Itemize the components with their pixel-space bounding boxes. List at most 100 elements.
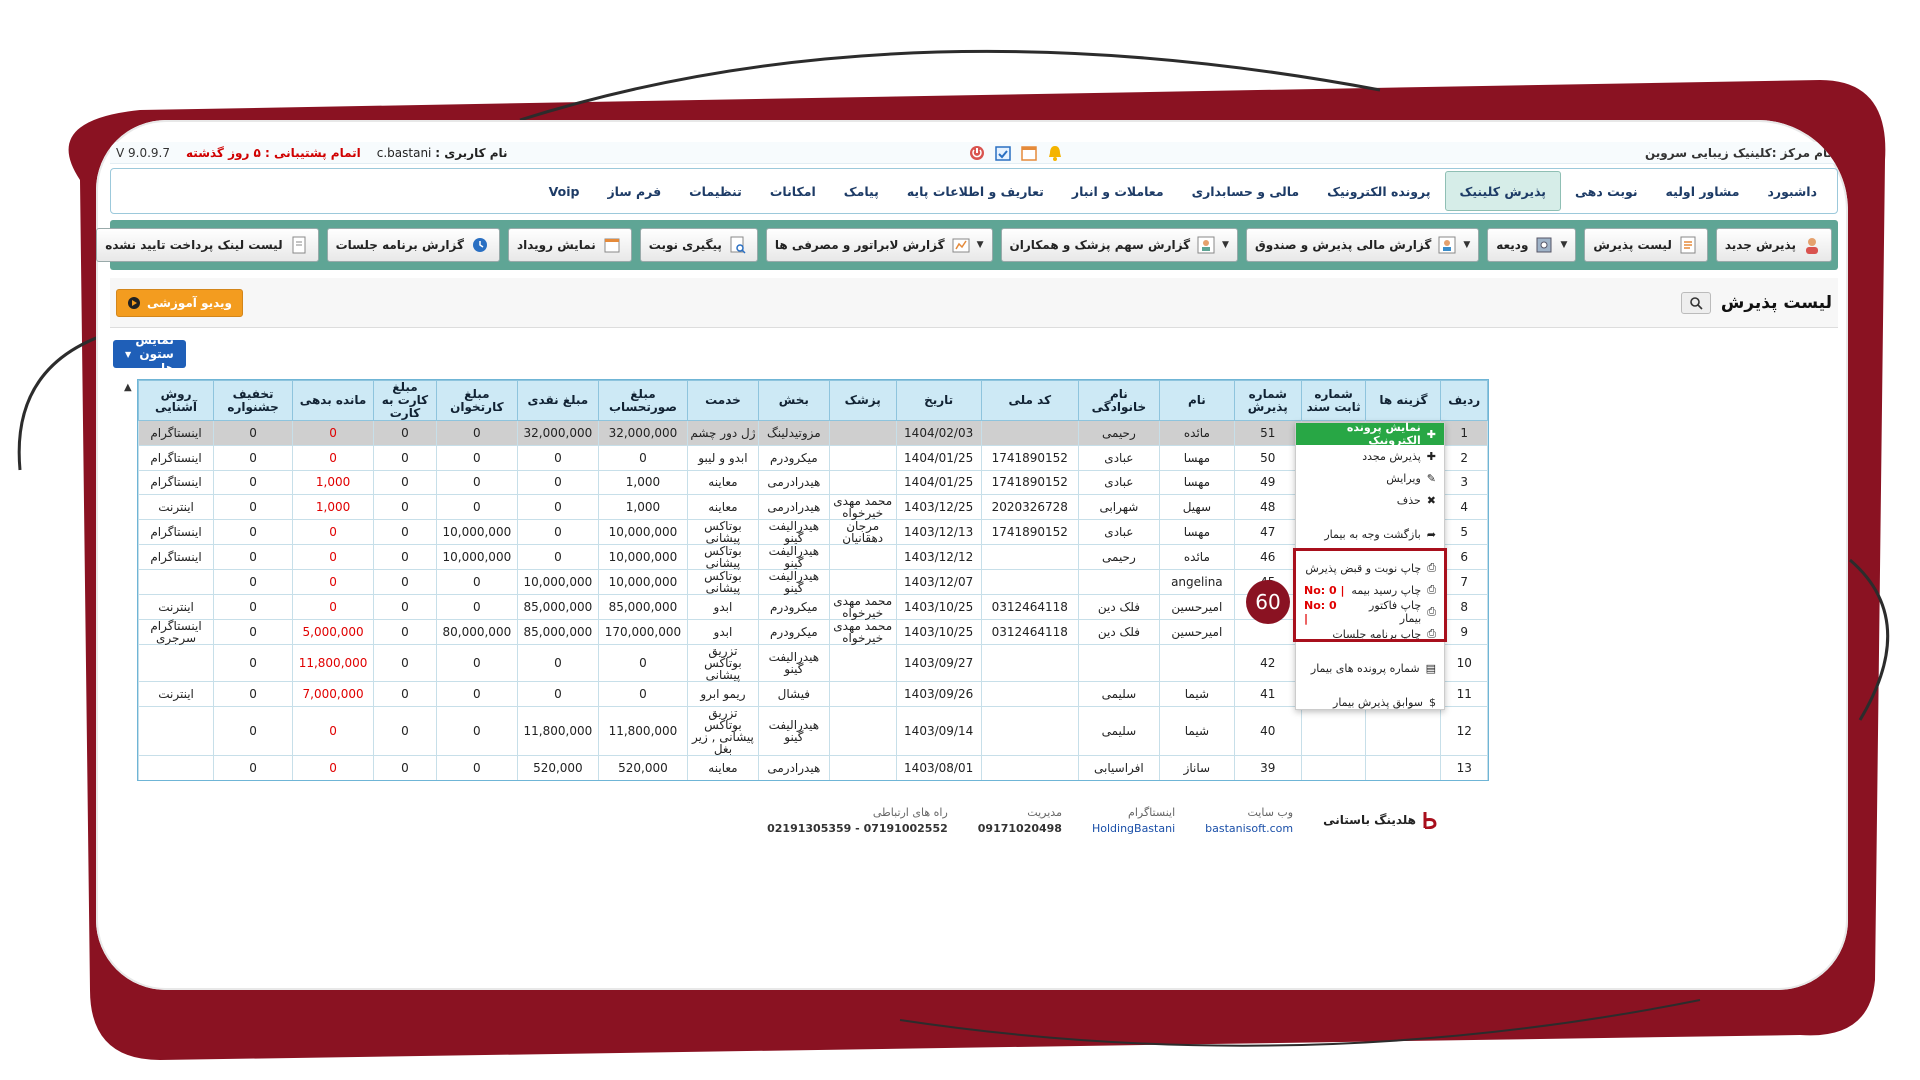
table-cell: 0 <box>213 544 294 571</box>
table-row[interactable]: 4 48 سهیل شهرابی 2020326728 1403/12/25 محمد مه… <box>138 494 1488 521</box>
table-cell: 64 <box>1300 779 1367 780</box>
dropdown-item[interactable]: ✖ حذف <box>1296 489 1444 511</box>
table-cell: 32,000,000 <box>597 420 689 446</box>
unconfirmed-payment-links-button[interactable]: لیست لینک پرداخت تایید نشده <box>96 228 319 262</box>
calendar-icon[interactable] <box>1019 143 1039 163</box>
table-cell: 0 <box>516 544 599 571</box>
dropdown-item[interactable]: ✚ پذیرش مجدد <box>1296 445 1444 467</box>
website-link[interactable]: bastanisoft.com <box>1205 822 1293 835</box>
table-row[interactable]: 185▼8251مائدهرحیمی1404/02/03مزوتیدلینگژل… <box>138 420 1488 446</box>
column-header[interactable]: مبلغ کارتخوان <box>435 380 518 421</box>
appointment-followup-button[interactable]: پیگیری نوبت <box>639 228 758 262</box>
dropdown-item[interactable]: ➦ بازگشت وجه به بیمار <box>1296 523 1444 545</box>
lab-report-button[interactable]: ▼ گزارش لابراتور و مصرفی ها <box>765 228 993 262</box>
table-cell: هیدرالیفت گینو <box>757 544 830 571</box>
table-row[interactable]: 10 42 1403/09/27 هیدرالیفت گینو تزریق بوتاکس… <box>138 644 1488 683</box>
financial-report-button[interactable]: ▼ گزارش مالی پذیرش و صندوق <box>1245 228 1480 262</box>
table-cell: باستانی طب <box>1077 779 1160 780</box>
menu-voip[interactable]: Voip <box>535 169 594 213</box>
edit-icon: ✎ <box>1426 471 1436 485</box>
column-header[interactable]: نام <box>1158 380 1235 421</box>
menu-settings[interactable]: تنظیمات <box>675 169 756 213</box>
new-admission-button[interactable]: پذیرش جدید <box>1715 228 1832 262</box>
menu-clinic-admission[interactable]: پذیرش کلینیک <box>1444 171 1561 211</box>
session-report-button[interactable]: گزارش برنامه جلسات <box>326 228 500 262</box>
table-row[interactable]: 9 امیرحسین فلک دین 0312464118 1403/10/25 محمد… <box>138 619 1488 646</box>
dropdown-item[interactable]: ✚ نمایش پرونده الکترونیک <box>1296 421 1444 447</box>
column-header[interactable]: کد ملی <box>980 380 1079 421</box>
column-header[interactable]: تخفیف جشنواره <box>213 380 294 421</box>
menu-sms[interactable]: پیامک <box>830 169 893 213</box>
column-header[interactable]: بخش <box>757 380 830 421</box>
menu-dashboard[interactable]: داشبورد <box>1753 169 1831 213</box>
table-cell: 39 <box>1233 755 1302 780</box>
menu-electronic-record[interactable]: پرونده الکترونیک <box>1313 169 1444 213</box>
table-row[interactable]: 3 49 مهسا عبادی 1741890152 1404/01/25 هیدرادرم… <box>138 469 1488 496</box>
table-cell: 0 <box>373 420 437 446</box>
table-header-row: ردیف گزینه ها شماره ثابت سند شماره پذیرش نام… <box>138 380 1488 421</box>
dropdown-item[interactable]: ✎ ویرایش <box>1296 467 1444 489</box>
menu-form-builder[interactable]: فرم ساز <box>593 169 675 213</box>
clock-icon <box>469 234 491 256</box>
table-cell: 0 <box>292 755 375 780</box>
dropdown-item[interactable]: ▤ شماره پرونده های بیمار <box>1296 657 1444 679</box>
checklist-icon[interactable] <box>993 143 1013 163</box>
column-header[interactable]: مانده بدهی <box>292 380 375 421</box>
table-cell: 85,000,000 <box>597 594 689 621</box>
menu-inventory[interactable]: معاملات و انبار <box>1058 169 1178 213</box>
table-row[interactable]: 2 50 مهسا عبادی 1741890152 1404/01/25 میکرودرم… <box>138 444 1488 471</box>
show-event-button[interactable]: نمایش رویداد <box>507 228 632 262</box>
column-header[interactable]: گزینه ها <box>1365 380 1442 421</box>
scroll-up-icon[interactable]: ▲ <box>124 382 132 393</box>
column-header[interactable]: نام خانوادگی <box>1077 380 1160 421</box>
instagram-link[interactable]: HoldingBastani <box>1092 822 1175 835</box>
admission-list-button[interactable]: لیست پذیرش <box>1584 228 1708 262</box>
deposit-button[interactable]: ▼ ودیعه <box>1487 228 1577 262</box>
table-cell: عبادی <box>1077 469 1160 496</box>
column-header[interactable]: روش آشنایی <box>138 380 215 421</box>
menu-facilities[interactable]: امکانات <box>756 169 830 213</box>
table-row[interactable]: 6 46 مائده رحیمی 1403/12/12 هیدرالیفت گینو بوت… <box>138 544 1488 571</box>
column-header[interactable]: پزشک <box>828 380 897 421</box>
calendar-icon <box>601 234 623 256</box>
table-cell <box>138 569 215 596</box>
table-cell: 5 <box>1440 519 1488 546</box>
table-cell: 0 <box>597 681 689 708</box>
menu-base-definitions[interactable]: تعاریف و اطلاعات پایه <box>893 169 1058 213</box>
column-header[interactable]: مبلغ نقدی <box>516 380 599 421</box>
doctor-share-report-button[interactable]: ▼ گزارش سهم پزشک و همکاران <box>1000 228 1238 262</box>
column-header[interactable]: ردیف <box>1440 380 1488 421</box>
website-label: وب سایت <box>1247 805 1294 819</box>
instagram-label: اینستاگرام <box>1128 805 1176 819</box>
new-admission-label: پذیرش جدید <box>1724 238 1796 252</box>
menu-initial-consultant[interactable]: مشاور اولیه <box>1652 169 1754 213</box>
power-icon[interactable] <box>967 143 987 163</box>
table-cell: بوتاکس پیشانی <box>687 569 759 596</box>
report-user-icon <box>1436 234 1458 256</box>
bell-icon[interactable] <box>1045 143 1065 163</box>
column-header[interactable]: شماره ثابت سند <box>1300 380 1367 421</box>
search-button[interactable] <box>1680 291 1711 314</box>
dropdown-item[interactable]: $ سوابق پذیرش بیمار <box>1296 691 1444 713</box>
share-icon: ➦ <box>1426 527 1436 541</box>
column-header[interactable]: مبلغ صورتحساب <box>597 380 689 421</box>
column-header[interactable]: مبلغ کارت به کارت <box>373 380 437 421</box>
table-cell: بوتاکس پیشانی <box>687 544 759 571</box>
column-header[interactable]: شماره پذیرش <box>1233 380 1302 421</box>
table-cell: محمد مهدی خیرخواه <box>828 619 897 646</box>
menu-finance[interactable]: مالی و حسابداری <box>1178 169 1314 213</box>
tutorial-video-button[interactable]: ویدیو آموزشی <box>116 288 244 317</box>
table-cell <box>980 644 1079 683</box>
table-row[interactable]: 141▼6438شرکت نرم افزاریباستانی طب2300592… <box>138 779 1488 780</box>
column-header[interactable]: تاریخ <box>895 380 982 421</box>
table-cell: 0 <box>213 755 294 780</box>
table-cell: 11,800,000 <box>516 706 599 757</box>
show-columns-button[interactable]: نمایش ستون ها ▼ <box>113 333 186 375</box>
table-row[interactable]: 13 39 ساناز افراسیابی 1403/08/01 هیدرادرمی معا… <box>138 755 1488 780</box>
column-header[interactable]: خدمت <box>687 380 759 421</box>
table-row[interactable]: 11 41 شیما سلیمی 1403/09/26 فیشال ریمو ابرو 0 0 0… <box>138 681 1488 708</box>
table-row[interactable]: 12 40 شیما سلیمی 1403/09/14 هیدرالیفت گینو تزر… <box>138 706 1488 757</box>
menu-appointments[interactable]: نوبت دهی <box>1561 169 1652 213</box>
table-cell: 0 <box>516 779 599 780</box>
table-row[interactable]: 5 47 مهسا عبادی 1741890152 1403/12/13 مرجان ده… <box>138 519 1488 546</box>
